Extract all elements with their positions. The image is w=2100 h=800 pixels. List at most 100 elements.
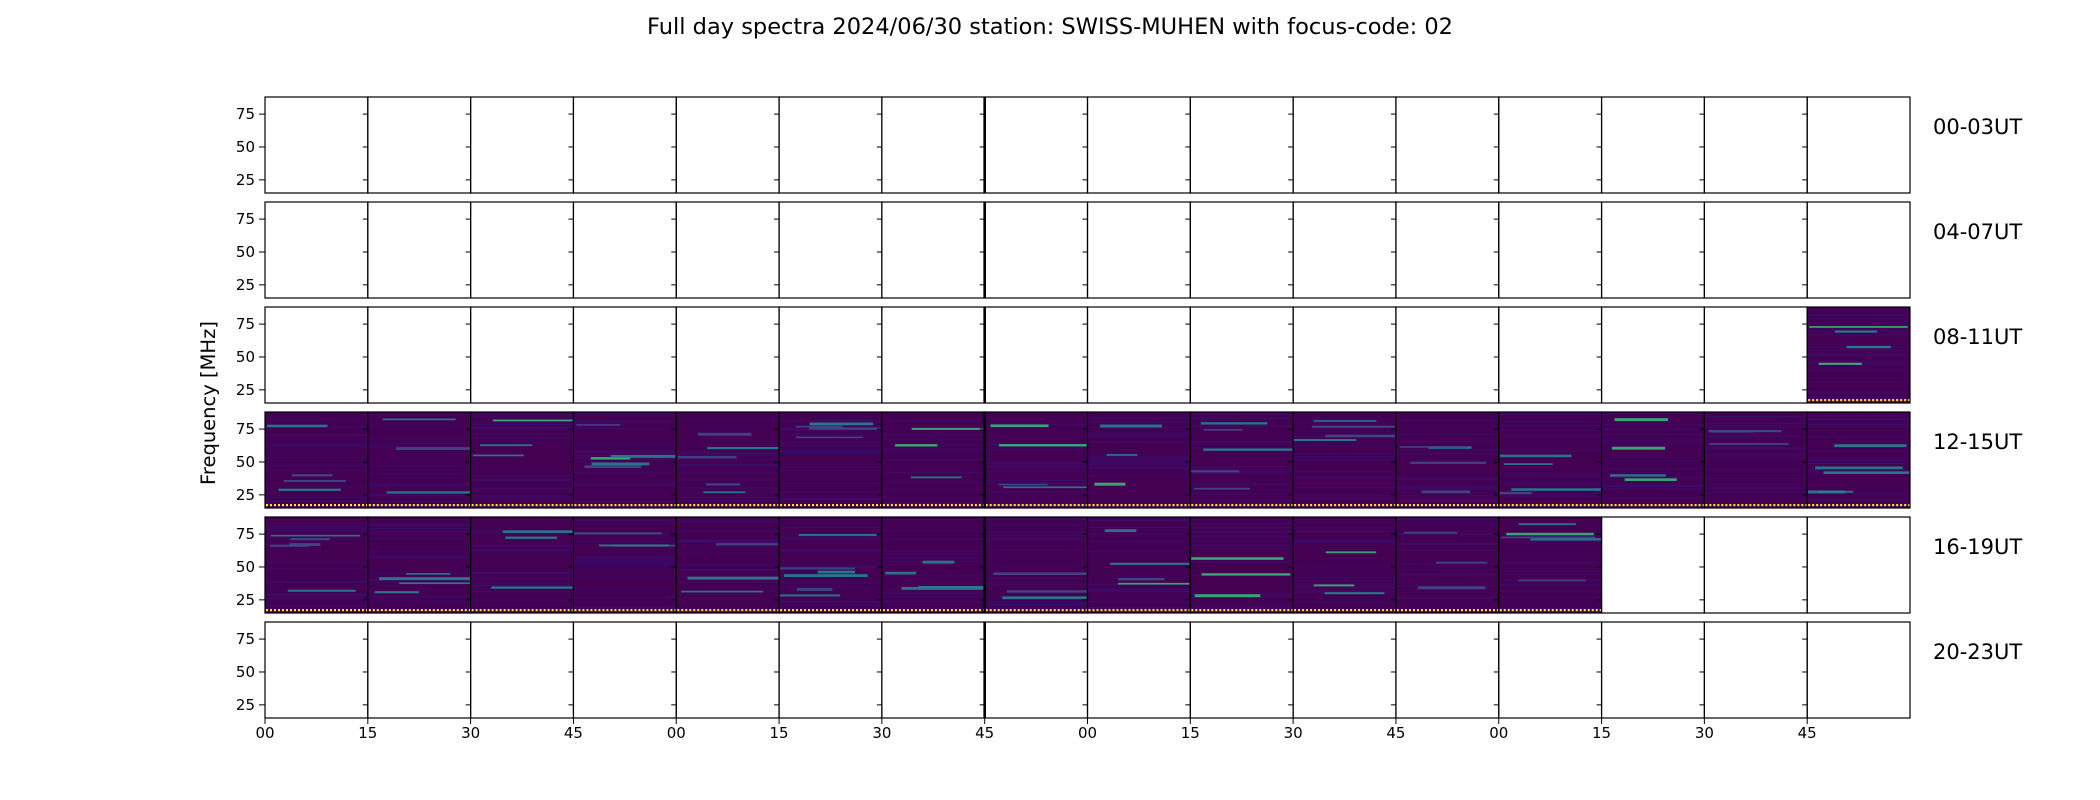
calibration-dot [876, 504, 879, 507]
calibration-dot [543, 609, 546, 612]
calibration-dot [1045, 609, 1048, 612]
calibration-dot [334, 504, 336, 507]
calibration-dot [1294, 609, 1297, 612]
calibration-dot [358, 504, 360, 507]
spectrum-noise-line [367, 600, 471, 602]
calibration-dot [958, 609, 961, 612]
calibration-dot [1136, 504, 1139, 507]
calibration-dot [436, 504, 439, 507]
spectrum-segment [778, 516, 883, 614]
spectrum-noise-line [470, 488, 574, 490]
calibration-dot [563, 609, 566, 612]
calibration-dot [1900, 399, 1903, 402]
spectrum-noise-line [676, 487, 780, 489]
calibration-dot [1781, 504, 1784, 507]
calibration-dot [1412, 609, 1415, 612]
spectrum-noise-line [1601, 488, 1705, 490]
segment-frame [1189, 201, 1294, 299]
calibration-dot [1424, 504, 1427, 507]
calibration-dot [602, 504, 605, 507]
spectrum-band [1191, 557, 1284, 560]
calibration-dot [852, 504, 855, 507]
segment-frame [1292, 96, 1397, 194]
spectrum-noise-line [1704, 492, 1808, 494]
calibration-dot [1606, 504, 1609, 507]
calibration-dot [1595, 504, 1598, 507]
calibration-dot [1456, 504, 1459, 507]
spectrum-noise-line [1498, 561, 1602, 563]
spectrum-band [681, 590, 764, 593]
spectrum-noise-line [676, 581, 780, 583]
segment-frame [1086, 201, 1191, 299]
spectrum-noise-line [470, 549, 574, 551]
spectrum-noise-line [1395, 534, 1499, 536]
spectrum-noise-line [573, 596, 677, 598]
calibration-dot [812, 504, 815, 507]
calibration-dot [1400, 609, 1403, 612]
spectrum-band [491, 586, 574, 589]
spectrum-band [1325, 434, 1396, 438]
spectrum-band [1818, 490, 1854, 493]
calibration-dot [1840, 504, 1843, 507]
calibration-dot [1211, 609, 1214, 612]
calibration-dot [872, 609, 875, 612]
calibration-dot [753, 504, 756, 507]
calibration-dot [898, 609, 901, 612]
calibration-dot [1180, 504, 1183, 507]
calibration-dot [1745, 504, 1748, 507]
spectrum-noise-line [779, 420, 882, 422]
spectrum-noise-line [265, 598, 368, 600]
spectrum-noise-line [1293, 539, 1396, 541]
spectrum-noise-line [470, 479, 574, 481]
calibration-dot [1551, 609, 1554, 612]
spectrum-segment [1395, 306, 1500, 404]
calibration-dot [1499, 609, 1502, 612]
spectra-row: 25 50 75 08-11UT [236, 306, 2022, 404]
calibration-dot [890, 504, 893, 507]
calibration-dot [1511, 609, 1514, 612]
spectra-row: 25 50 75 04-07UT [236, 201, 2022, 299]
calibration-dot [902, 504, 905, 507]
calibration-dot [1456, 609, 1459, 612]
spectrum-band [289, 543, 321, 546]
spectrum-noise-line [779, 538, 882, 540]
calibration-dot [934, 609, 937, 612]
spectrum-noise-line [1190, 484, 1294, 486]
spectrum-background [1395, 412, 1499, 508]
calibration-dot [670, 504, 673, 507]
calibration-dot [547, 504, 550, 507]
row-label: 00-03UT [1933, 115, 2022, 139]
calibration-dot [290, 609, 292, 612]
calibration-dot [590, 609, 593, 612]
spectra-row: 25 50 75 20-23UT [236, 621, 2022, 719]
spectrum-noise-line [1498, 590, 1602, 592]
calibration-dot [1207, 609, 1210, 612]
spectrum-band [291, 474, 333, 477]
segment-frame [1703, 306, 1808, 404]
spectrum-segment [1292, 621, 1397, 719]
spectrum-segment [778, 411, 883, 509]
calibration-dot [1622, 504, 1625, 507]
spectrum-noise-line [779, 535, 882, 537]
spectrum-segment [675, 96, 780, 194]
spectrum-noise-line [265, 486, 368, 488]
calibration-dot [658, 504, 661, 507]
spectrum-noise-line [367, 443, 471, 445]
spectrum-band [1611, 446, 1666, 450]
spectrum-noise-line [1704, 416, 1808, 418]
spectrum-segment [1086, 516, 1191, 614]
calibration-dot [848, 609, 851, 612]
spectrum-noise-line [1601, 476, 1705, 478]
y-tick-label: 25 [236, 171, 255, 189]
calibration-dot [483, 609, 486, 612]
spectra-row: 25 50 75 12-15UT [236, 411, 2022, 509]
spectrum-segment [572, 306, 677, 404]
spectrum-noise-line [881, 448, 985, 450]
spectrum-segment [470, 621, 575, 719]
calibration-dot [1223, 504, 1226, 507]
segment-frame [1806, 96, 1911, 194]
calibration-dot [302, 504, 304, 507]
segment-frame [1498, 621, 1603, 719]
spectrum-segment [675, 516, 780, 614]
calibration-dot [1231, 504, 1234, 507]
